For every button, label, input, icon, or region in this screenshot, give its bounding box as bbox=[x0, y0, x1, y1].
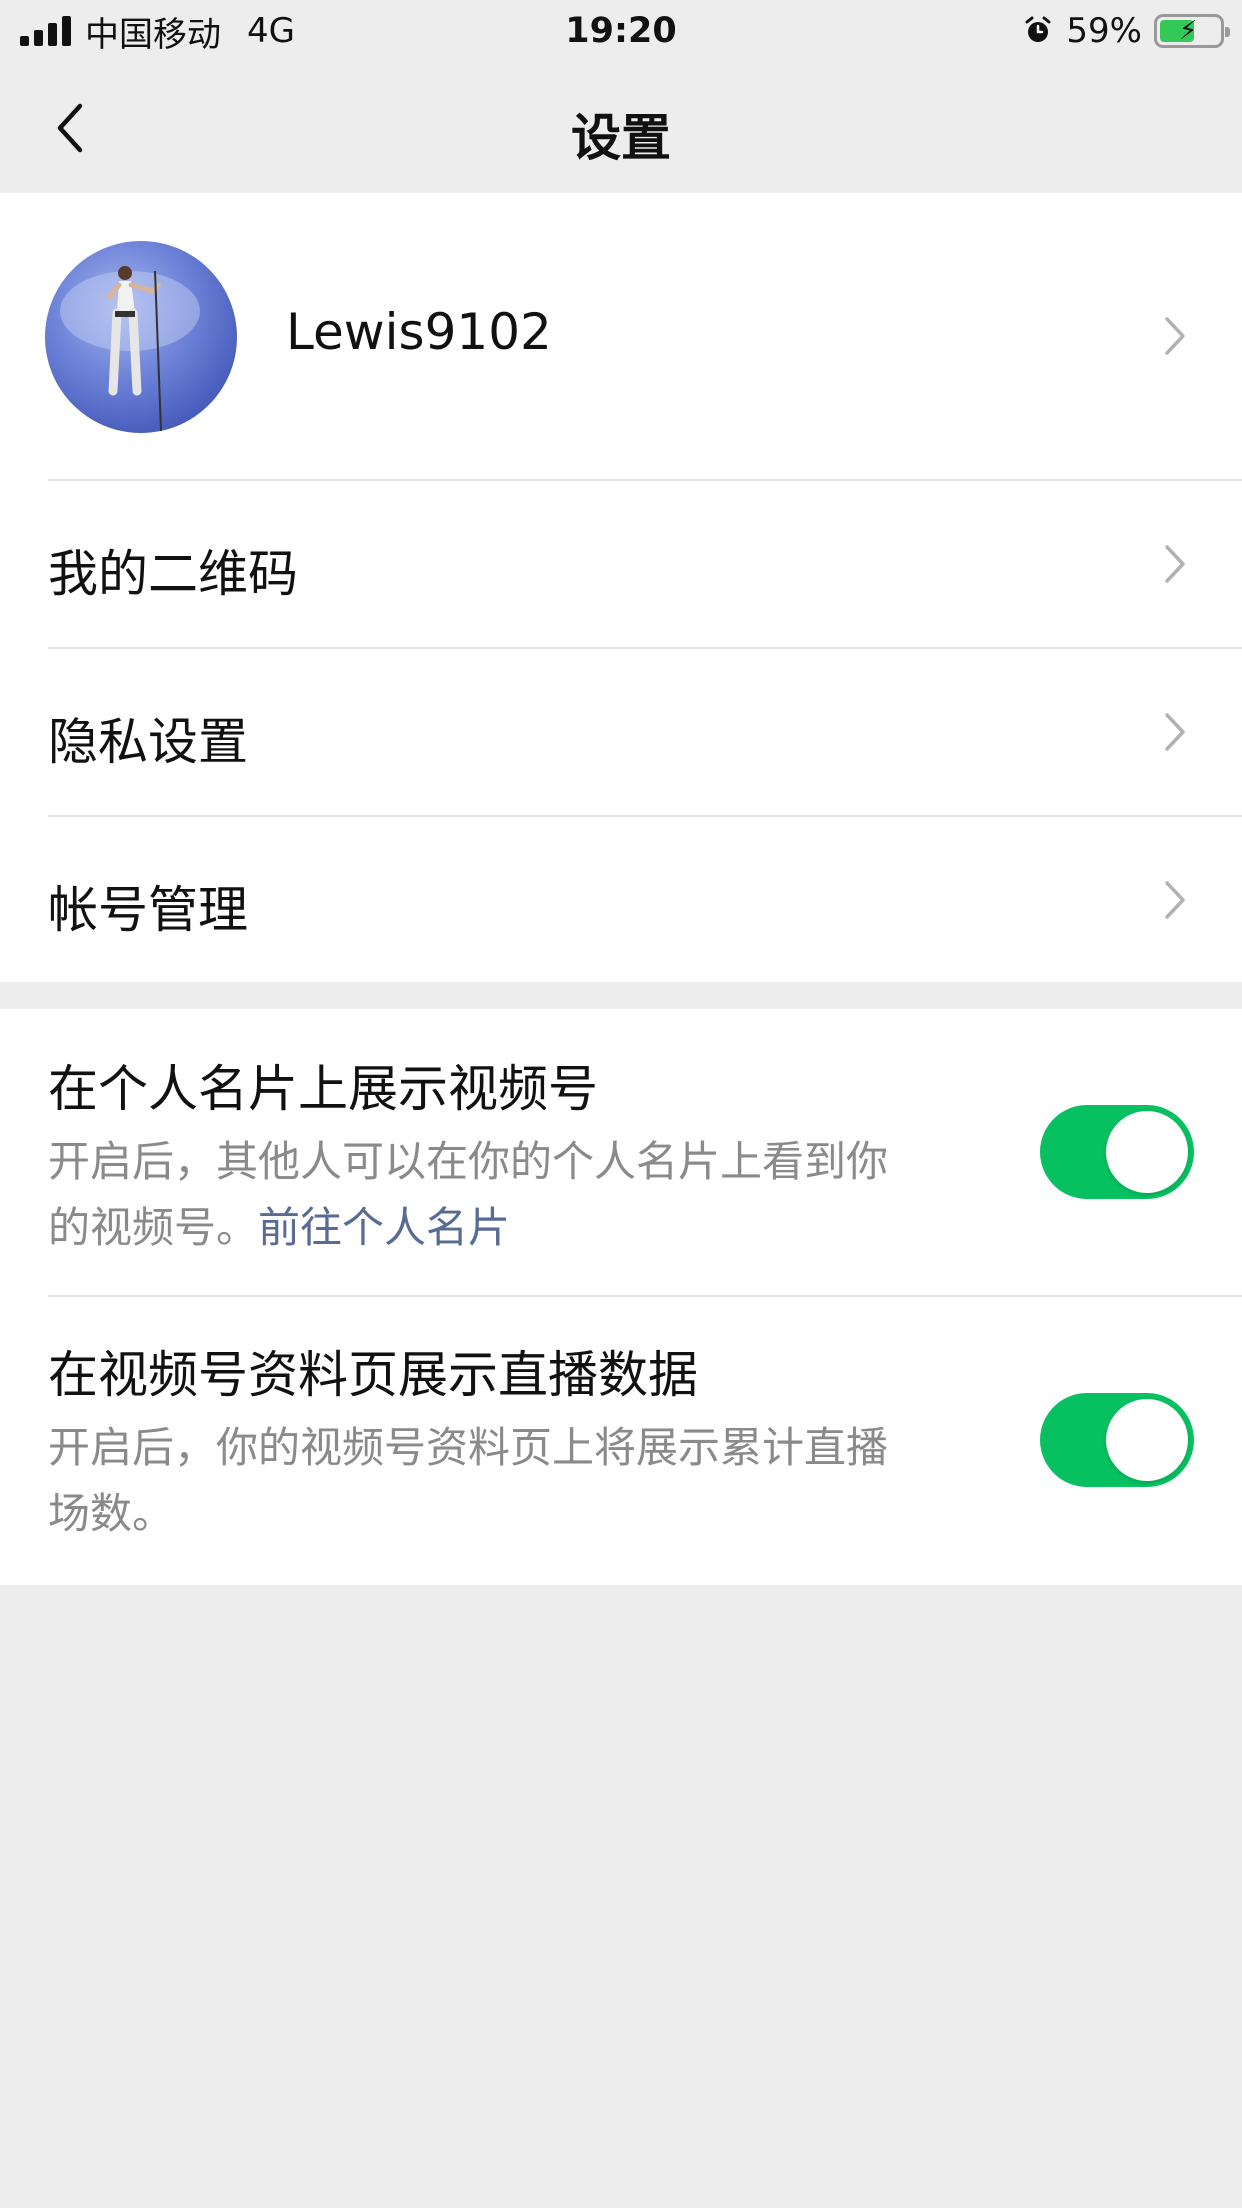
toggle-description-line: 的视频号。前往个人名片 bbox=[48, 1195, 978, 1261]
toggle-description: 开启后，其他人可以在你的个人名片上看到你 的视频号。前往个人名片 bbox=[48, 1129, 978, 1261]
profile-username: Lewis9102 bbox=[286, 303, 552, 361]
battery-charging-icon: ⚡ bbox=[1154, 14, 1230, 48]
toggle-title: 在视频号资料页展示直播数据 bbox=[48, 1346, 698, 1404]
status-left: 中国移动 4G bbox=[20, 7, 295, 56]
account-settings-group: Lewis9102 我的二维码 隐私设置 帐号管理 bbox=[0, 193, 1242, 982]
menu-item-privacy-settings[interactable]: 隐私设置 bbox=[0, 649, 1242, 815]
toggle-row-show-live-data: 在视频号资料页展示直播数据 开启后，你的视频号资料页上将展示累计直播 场数。 bbox=[0, 1297, 1242, 1585]
toggle-row-show-channel-on-card: 在个人名片上展示视频号 开启后，其他人可以在你的个人名片上看到你 的视频号。前往… bbox=[0, 1009, 1242, 1295]
go-to-profile-card-link[interactable]: 前往个人名片 bbox=[258, 1203, 510, 1252]
chevron-right-icon bbox=[1165, 317, 1185, 355]
toggle-description-line: 场数。 bbox=[48, 1489, 175, 1538]
menu-item-label: 我的二维码 bbox=[48, 545, 298, 603]
menu-item-account-management[interactable]: 帐号管理 bbox=[0, 817, 1242, 982]
status-right: 59% ⚡ bbox=[1022, 11, 1230, 51]
network-label: 4G bbox=[247, 11, 295, 51]
toggle-description-text: 的视频号。 bbox=[48, 1203, 259, 1252]
navigation-bar: 设置 bbox=[0, 62, 1242, 192]
show-channel-on-card-toggle[interactable] bbox=[1040, 1105, 1194, 1199]
charging-bolt-icon: ⚡ bbox=[1179, 16, 1198, 46]
show-live-data-toggle[interactable] bbox=[1040, 1393, 1194, 1487]
toggle-description: 开启后，你的视频号资料页上将展示累计直播 场数。 bbox=[48, 1415, 978, 1547]
avatar-image bbox=[60, 266, 200, 432]
page-title: 设置 bbox=[571, 109, 671, 167]
status-bar: 中国移动 4G 19:20 59% ⚡ bbox=[0, 0, 1242, 62]
avatar bbox=[45, 241, 237, 433]
toggle-description-line: 开启后，其他人可以在你的个人名片上看到你 bbox=[48, 1137, 889, 1186]
toggle-title: 在个人名片上展示视频号 bbox=[48, 1060, 598, 1118]
chevron-right-icon bbox=[1165, 713, 1185, 751]
toggle-description-line: 开启后，你的视频号资料页上将展示累计直播 bbox=[48, 1423, 889, 1472]
signal-icon bbox=[20, 16, 71, 46]
chevron-right-icon bbox=[1165, 881, 1185, 919]
menu-item-my-qrcode[interactable]: 我的二维码 bbox=[0, 481, 1242, 647]
menu-item-label: 隐私设置 bbox=[48, 713, 248, 771]
profile-row[interactable]: Lewis9102 bbox=[0, 193, 1242, 479]
carrier-label: 中国移动 bbox=[85, 14, 221, 55]
chevron-right-icon bbox=[1165, 545, 1185, 583]
settings-page: 中国移动 4G 19:20 59% ⚡ 设置 Lewis9102 我的二维码 隐… bbox=[0, 0, 1242, 2208]
toggle-knob bbox=[1106, 1111, 1188, 1193]
alarm-icon bbox=[1025, 16, 1051, 42]
chevron-left-icon[interactable] bbox=[44, 98, 104, 158]
channels-display-group: 在个人名片上展示视频号 开启后，其他人可以在你的个人名片上看到你 的视频号。前往… bbox=[0, 1009, 1242, 1585]
battery-percent: 59% bbox=[1066, 11, 1142, 51]
menu-item-label: 帐号管理 bbox=[48, 881, 248, 939]
toggle-knob bbox=[1106, 1399, 1188, 1481]
